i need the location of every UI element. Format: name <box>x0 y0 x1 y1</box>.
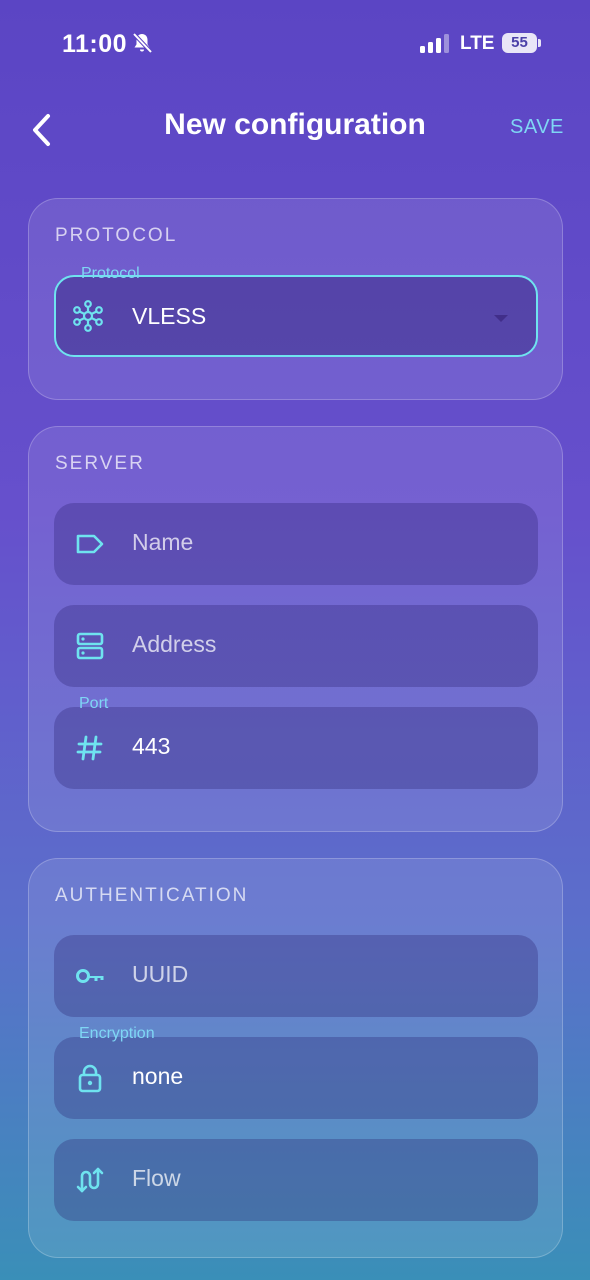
network-type: LTE <box>460 33 495 54</box>
flow-arrows-icon <box>76 1167 104 1193</box>
uuid-field[interactable]: UUID <box>54 935 538 1017</box>
bell-muted-icon <box>132 32 153 54</box>
battery-icon: 55 <box>502 33 541 53</box>
section-title-authentication: AUTHENTICATION <box>55 885 249 906</box>
encryption-value: none <box>132 1063 184 1089</box>
dropdown-arrow-icon <box>494 315 508 322</box>
protocol-value: VLESS <box>132 303 207 329</box>
port-field-label: Port <box>79 695 109 712</box>
server-card: SERVER Name Address Port 443 <box>28 426 563 832</box>
name-placeholder: Name <box>132 529 194 555</box>
key-icon <box>76 969 104 983</box>
encryption-field[interactable]: Encryption none <box>54 1025 538 1119</box>
name-field[interactable]: Name <box>54 503 538 585</box>
signal-icon <box>420 34 449 53</box>
encryption-field-label: Encryption <box>79 1025 155 1042</box>
port-value: 443 <box>132 733 171 759</box>
protocol-field-label: Protocol <box>81 265 140 282</box>
page-title: New configuration <box>164 108 426 141</box>
label-tag-icon <box>76 534 104 554</box>
authentication-card: AUTHENTICATION UUID Encryption none Flow <box>28 858 563 1258</box>
battery-level: 55 <box>511 34 528 51</box>
flow-field[interactable]: Flow <box>54 1139 538 1221</box>
status-bar: 11:00 LTE 55 <box>0 0 590 90</box>
save-button[interactable]: SAVE <box>510 116 564 139</box>
address-placeholder: Address <box>132 631 217 657</box>
hub-icon <box>73 300 103 332</box>
protocol-select[interactable]: Protocol VLESS <box>54 265 538 357</box>
flow-placeholder: Flow <box>132 1165 181 1191</box>
section-title-server: SERVER <box>55 453 145 474</box>
hash-icon <box>76 735 103 761</box>
uuid-placeholder: UUID <box>132 961 189 987</box>
server-icon <box>76 632 104 660</box>
address-field[interactable]: Address <box>54 605 538 687</box>
section-title-protocol: PROTOCOL <box>55 225 178 246</box>
status-time: 11:00 <box>62 30 128 58</box>
protocol-card: PROTOCOL Protocol VLESS <box>28 198 563 400</box>
lock-icon <box>78 1064 102 1093</box>
port-field[interactable]: Port 443 <box>54 695 538 789</box>
